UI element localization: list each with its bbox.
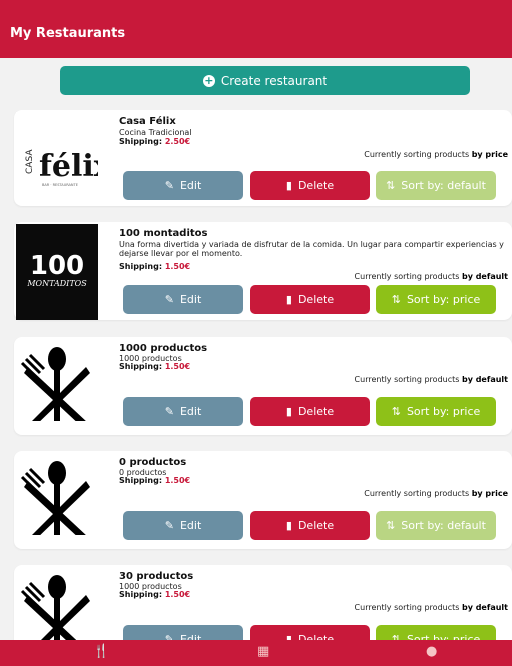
delete-button[interactable]: ▮Delete — [250, 511, 370, 540]
pencil-icon: ✎ — [164, 519, 174, 532]
create-restaurant-label: Create restaurant — [220, 73, 328, 88]
sort-icon: ⇅ — [391, 293, 401, 306]
sort-icon: ⇅ — [386, 519, 396, 532]
fork-knife-spoon-logo — [16, 339, 98, 421]
sort-button[interactable]: ⇅ Sort by: default — [376, 171, 496, 200]
restaurant-name: 0 productos — [119, 457, 187, 468]
restaurant-name: 30 productos — [119, 571, 194, 582]
profile-icon[interactable]: ● — [426, 644, 437, 659]
delete-button[interactable]: ▮Delete — [250, 171, 370, 200]
trash-icon: ▮ — [285, 405, 292, 418]
pencil-icon: ✎ — [164, 179, 174, 192]
sorting-status: Currently sorting products by default — [354, 375, 508, 384]
shipping-cost: Shipping: 1.50€ — [119, 262, 191, 271]
restaurant-description: Cocina Tradicional — [119, 128, 192, 137]
delete-button[interactable]: ▮Delete — [250, 285, 370, 314]
trash-icon: ▮ — [285, 519, 292, 532]
svg-text:félix: félix — [39, 149, 98, 184]
edit-button[interactable]: ✎Edit — [123, 397, 243, 426]
montaditos-logo-word: MONTADITOS — [26, 279, 87, 288]
svg-text:BAR · RESTAURANTE: BAR · RESTAURANTE — [42, 183, 78, 187]
svg-text:CASA: CASA — [25, 149, 35, 174]
trash-icon: ▮ — [285, 179, 292, 192]
delete-button[interactable]: ▮Delete — [250, 397, 370, 426]
restaurant-description: Una forma divertida y variada de disfrut… — [119, 240, 504, 258]
sorting-status: Currently sorting products by price — [364, 489, 508, 498]
create-restaurant-button[interactable]: + Create restaurant — [60, 66, 470, 95]
pencil-icon: ✎ — [164, 405, 174, 418]
casa-felix-logo: CASA félix BAR · RESTAURANTE — [16, 112, 98, 202]
restaurant-icon[interactable]: 🍴 — [93, 644, 109, 659]
restaurant-name: Casa Félix — [119, 116, 176, 127]
sort-button[interactable]: ⇅Sort by: price — [376, 397, 496, 426]
pencil-icon: ✎ — [164, 293, 174, 306]
restaurant-name: 100 montaditos — [119, 228, 208, 239]
sort-button[interactable]: ⇅ Sort by: default — [376, 511, 496, 540]
edit-button[interactable]: ✎Edit — [123, 285, 243, 314]
montaditos-logo-number: 100 — [30, 251, 84, 281]
restaurant-card: CASA félix BAR · RESTAURANTE Casa Félix … — [14, 110, 512, 206]
fork-knife-spoon-logo — [16, 453, 98, 535]
sorting-status: Currently sorting products by price — [364, 150, 508, 159]
bottom-tab-bar: 🍴 ▦ ● — [0, 640, 512, 666]
sorting-status: Currently sorting products by default — [354, 272, 508, 281]
sort-button[interactable]: ⇅Sort by: price — [376, 285, 496, 314]
shipping-cost: Shipping: 1.50€ — [119, 476, 191, 485]
restaurant-card: 1000 productos 1000 productos Shipping: … — [14, 337, 512, 435]
trash-icon: ▮ — [285, 293, 292, 306]
dashboard-icon[interactable]: ▦ — [257, 644, 269, 659]
edit-button[interactable]: ✎Edit — [123, 171, 243, 200]
fork-knife-spoon-logo — [16, 567, 98, 649]
restaurant-list[interactable]: + Create restaurant CASA félix BAR · RES… — [0, 0, 512, 666]
restaurant-card: 100 MONTADITOS 100 montaditos Una forma … — [14, 222, 512, 320]
shipping-cost: Shipping: 1.50€ — [119, 590, 191, 599]
shipping-cost: Shipping: 2.50€ — [119, 137, 191, 146]
restaurant-card: 0 productos 0 productos Shipping: 1.50€ … — [14, 451, 512, 549]
sort-icon: ⇅ — [386, 179, 396, 192]
edit-button[interactable]: ✎Edit — [123, 511, 243, 540]
100-montaditos-logo: 100 MONTADITOS — [16, 224, 98, 320]
sorting-status: Currently sorting products by default — [354, 603, 508, 612]
plus-circle-icon: + — [202, 73, 215, 87]
restaurant-name: 1000 productos — [119, 343, 208, 354]
shipping-cost: Shipping: 1.50€ — [119, 362, 191, 371]
sort-icon: ⇅ — [391, 405, 401, 418]
